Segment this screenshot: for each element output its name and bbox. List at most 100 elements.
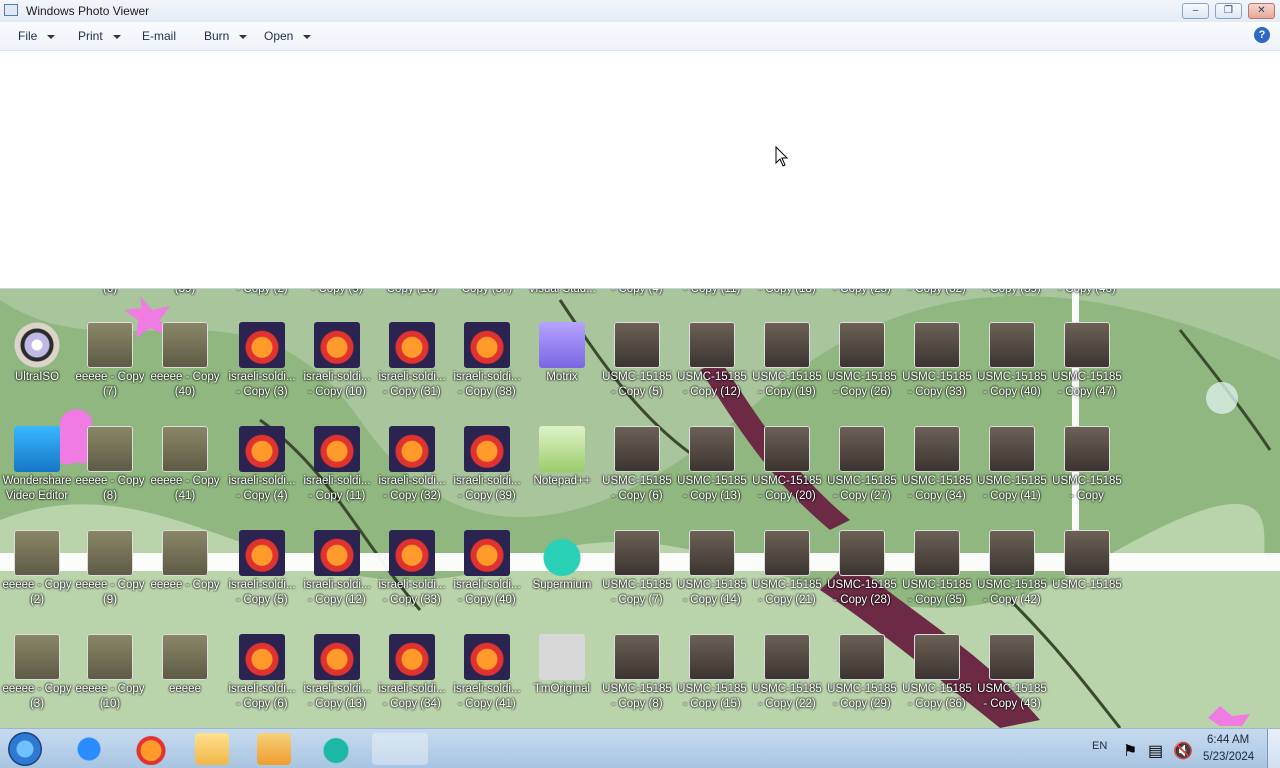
desktop-icon-tmoriginal[interactable]: TmOriginal <box>525 634 599 697</box>
desktop-icon-israeli-copy-40[interactable]: israeli-soldi... - Copy (40) <box>450 530 524 608</box>
restore-button[interactable]: ❐ <box>1215 3 1242 19</box>
chevron-down-icon <box>239 34 248 39</box>
desktop-icon-eeeee-copy-2[interactable]: eeeee - Copy (2) <box>0 530 74 608</box>
desktop-icon-usmc-copy-36[interactable]: USMC-15185 - Copy (36) <box>900 634 974 712</box>
firefox-icon <box>389 634 435 680</box>
menu-open[interactable]: Open <box>264 29 312 43</box>
desktop-icon-usmc-copy-28[interactable]: USMC-15185 - Copy (28) <box>825 530 899 608</box>
desktop-icon-israeli-copy-32[interactable]: israeli-soldi... - Copy (32) <box>375 426 449 504</box>
desktop-icon-israeli-copy-13[interactable]: israeli-soldi... - Copy (13) <box>300 634 374 712</box>
desktop-icon-supermium[interactable]: Supermium <box>525 530 599 593</box>
photo-thumbnail-icon <box>87 426 133 472</box>
desktop-icon-usmc-copy-19[interactable]: USMC-15185 - Copy (19) <box>750 322 824 400</box>
menu-print[interactable]: Print <box>78 29 121 43</box>
supermium-icon[interactable] <box>319 733 353 765</box>
desktop-icon-notepadpp[interactable]: Notepad++ <box>525 426 599 489</box>
clock-date[interactable]: 5/23/2024 <box>1203 751 1254 763</box>
photo-thumbnail-icon <box>764 530 810 576</box>
desktop-icon-eeeee-copy-7[interactable]: eeeee - Copy (7) <box>73 322 147 400</box>
desktop-icon-israeli-copy-34[interactable]: israeli-soldi... - Copy (34) <box>375 634 449 712</box>
desktop-icon-usmc-copy-41[interactable]: USMC-15185 - Copy (41) <box>975 426 1049 504</box>
desktop-icon-eeeee-copy[interactable]: eeeee - Copy <box>148 530 222 593</box>
desktop-icon-usmc-copy-8[interactable]: USMC-15185 - Copy (8) <box>600 634 674 712</box>
photo-thumbnail-icon <box>614 634 660 680</box>
desktop-icon-usmc-copy-34[interactable]: USMC-15185 - Copy (34) <box>900 426 974 504</box>
desktop-icon-usmc-copy-22[interactable]: USMC-15185 - Copy (22) <box>750 634 824 712</box>
desktop-icon-usmc-copy-26[interactable]: USMC-15185 - Copy (26) <box>825 322 899 400</box>
menu-file[interactable]: File <box>18 29 56 43</box>
desktop-icon-israeli-copy-3[interactable]: israeli-soldi... - Copy (3) <box>225 322 299 400</box>
desktop-icon-usmc-copy-13[interactable]: USMC-15185 - Copy (13) <box>675 426 749 504</box>
photo-viewer-icon <box>4 4 18 16</box>
desktop-icon-eeeee-copy-9[interactable]: eeeee - Copy (9) <box>73 530 147 608</box>
desktop-icon-usmc-copy-42[interactable]: USMC-15185 - Copy (42) <box>975 530 1049 608</box>
desktop-icon-israeli-copy-41[interactable]: israeli-soldi... - Copy (41) <box>450 634 524 712</box>
desktop-icon-usmc-copy-7[interactable]: USMC-15185 - Copy (7) <box>600 530 674 608</box>
internet-explorer-icon[interactable] <box>72 733 106 765</box>
desktop-icon-wondershare[interactable]: Wondershare Video Editor <box>0 426 74 504</box>
menu-burn[interactable]: Burn <box>204 29 248 43</box>
menu-email[interactable]: E-mail <box>142 29 176 43</box>
desktop-icon-eeeee-copy-3[interactable]: eeeee - Copy (3) <box>0 634 74 712</box>
photo-thumbnail-icon <box>614 426 660 472</box>
desktop-icon-israeli-copy-12[interactable]: israeli-soldi... - Copy (12) <box>300 530 374 608</box>
photo-thumbnail-icon <box>14 530 60 576</box>
media-player-icon[interactable] <box>257 733 291 765</box>
photo-thumbnail-icon <box>614 530 660 576</box>
photo-thumbnail-icon <box>689 322 735 368</box>
desktop-icon-usmc-copy-6[interactable]: USMC-15185 - Copy (6) <box>600 426 674 504</box>
desktop-icon-israeli-copy-38[interactable]: israeli-soldi... - Copy (38) <box>450 322 524 400</box>
desktop-icon-ultraiso[interactable]: UltraISO <box>0 322 74 385</box>
desktop-icon-usmc-copy-20[interactable]: USMC-15185 - Copy (20) <box>750 426 824 504</box>
desktop-icon-israeli-copy-10[interactable]: israeli-soldi... - Copy (10) <box>300 322 374 400</box>
start-button[interactable] <box>8 732 42 766</box>
photo-viewer-taskbar-button[interactable] <box>372 733 428 765</box>
desktop-icon-israeli-copy-31[interactable]: israeli-soldi... - Copy (31) <box>375 322 449 400</box>
desktop-icon-israeli-copy-4[interactable]: israeli-soldi... - Copy (4) <box>225 426 299 504</box>
firefox-icon[interactable] <box>134 733 168 765</box>
desktop-icon-usmc-copy-14[interactable]: USMC-15185 - Copy (14) <box>675 530 749 608</box>
photo-thumbnail-icon <box>989 634 1035 680</box>
flag-icon[interactable]: ⚑ <box>1123 741 1137 760</box>
desktop-icon-usmc-copy-21[interactable]: USMC-15185 - Copy (21) <box>750 530 824 608</box>
desktop-icon-israeli-copy-33[interactable]: israeli-soldi... - Copy (33) <box>375 530 449 608</box>
desktop-icon-usmc-copy-12[interactable]: USMC-15185 - Copy (12) <box>675 322 749 400</box>
desktop-icon-israeli-copy-6[interactable]: israeli-soldi... - Copy (6) <box>225 634 299 712</box>
firefox-icon <box>239 426 285 472</box>
desktop-icon-israeli-copy-11[interactable]: israeli-soldi... - Copy (11) <box>300 426 374 504</box>
desktop-icon-usmc-copy-33[interactable]: USMC-15185 - Copy (33) <box>900 322 974 400</box>
minimize-button[interactable]: – <box>1182 3 1209 19</box>
show-desktop-button[interactable] <box>1267 729 1280 768</box>
desktop-icon-usmc-copy-29[interactable]: USMC-15185 - Copy (29) <box>825 634 899 712</box>
desktop-icon-eeeee-copy-8[interactable]: eeeee - Copy (8) <box>73 426 147 504</box>
desktop-icon-usmc-copy[interactable]: USMC-15185 - Copy <box>1050 426 1124 504</box>
desktop-icon-usmc-copy-27[interactable]: USMC-15185 - Copy (27) <box>825 426 899 504</box>
desktop-icon-usmc-copy-43[interactable]: USMC-15185 - Copy (43) <box>975 634 1049 712</box>
wondershare-icon <box>14 426 60 472</box>
desktop-icon-eeeee-copy-40[interactable]: eeeee - Copy (40) <box>148 322 222 400</box>
photo-thumbnail-icon <box>162 322 208 368</box>
desktop-icon-usmc-copy-15[interactable]: USMC-15185 - Copy (15) <box>675 634 749 712</box>
desktop-icon-usmc-copy-47[interactable]: USMC-15185 - Copy (47) <box>1050 322 1124 400</box>
desktop-icon-eeeee[interactable]: eeeee <box>148 634 222 697</box>
ultraiso-icon <box>14 322 60 368</box>
desktop-icon-motrix[interactable]: Motrix <box>525 322 599 385</box>
network-icon[interactable]: ▤ <box>1148 741 1163 760</box>
desktop-icon-usmc-copy-35[interactable]: USMC-15185 - Copy (35) <box>900 530 974 608</box>
desktop-icon-eeeee-copy-41[interactable]: eeeee - Copy (41) <box>148 426 222 504</box>
language-indicator[interactable]: EN <box>1092 740 1107 752</box>
desktop-icon-usmc-copy-5[interactable]: USMC-15185 - Copy (5) <box>600 322 674 400</box>
desktop-icon-usmc-copy-40[interactable]: USMC-15185 - Copy (40) <box>975 322 1049 400</box>
photo-thumbnail-icon <box>87 634 133 680</box>
tmoriginal-icon <box>539 634 585 680</box>
close-button[interactable]: ✕ <box>1248 3 1275 19</box>
desktop-icon-eeeee-copy-10[interactable]: eeeee - Copy (10) <box>73 634 147 712</box>
help-icon[interactable]: ? <box>1254 27 1270 43</box>
desktop-icon-israeli-copy-39[interactable]: israeli-soldi... - Copy (39) <box>450 426 524 504</box>
desktop-icon-usmc[interactable]: USMC-15185 <box>1050 530 1124 593</box>
title-bar[interactable]: Windows Photo Viewer – ❐ ✕ <box>0 0 1280 23</box>
file-explorer-icon[interactable] <box>195 733 229 765</box>
desktop-icon-israeli-copy-5[interactable]: israeli-soldi... - Copy (5) <box>225 530 299 608</box>
volume-muted-icon[interactable]: 🔇 <box>1173 741 1193 760</box>
clock-time[interactable]: 6:44 AM <box>1207 734 1249 746</box>
